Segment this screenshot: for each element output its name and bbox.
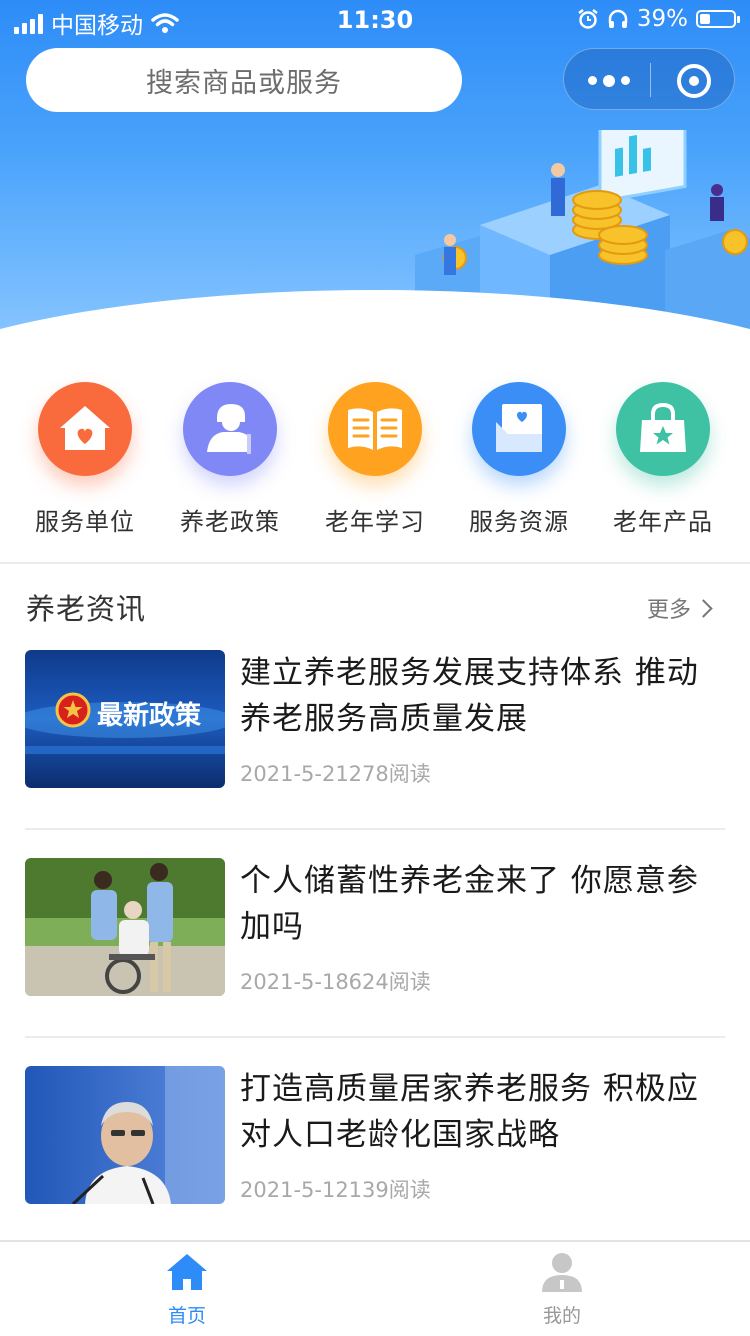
category-service-resources[interactable]: 服务资源 xyxy=(447,382,591,537)
category-label: 服务单位 xyxy=(35,508,135,536)
more-dots-icon[interactable] xyxy=(588,75,630,87)
section-divider xyxy=(0,562,750,564)
capsule-divider xyxy=(650,63,651,97)
open-book-icon xyxy=(328,382,422,476)
news-title: 打造高质量居家养老服务 积极应对人口老龄化国家战略 xyxy=(240,1071,699,1153)
news-thumbnail-speaker xyxy=(25,1066,225,1204)
news-item[interactable]: 个人储蓄性养老金来了 你愿意参加吗 2021-5-18624阅读 xyxy=(25,858,725,998)
tab-mine[interactable]: 我的 xyxy=(502,1252,622,1328)
home-heart-icon xyxy=(38,382,132,476)
search-placeholder: 搜索商品或服务 xyxy=(146,67,342,99)
category-senior-learning[interactable]: 老年学习 xyxy=(303,382,447,537)
user-icon xyxy=(542,1253,582,1292)
headphones-icon xyxy=(608,9,628,28)
news-meta: 2021-5-21278阅读 xyxy=(240,762,431,786)
news-thumbnail-policy: 最新政策 xyxy=(25,650,225,788)
tab-bar: 首页 我的 xyxy=(0,1240,750,1336)
category-label: 老年产品 xyxy=(613,508,713,536)
news-item[interactable]: 最新政策 建立养老服务发展支持体系 推动养老服务高质量发展 2021-5-212… xyxy=(25,650,725,790)
elderly-person-icon xyxy=(183,382,277,476)
thumb-caption: 最新政策 xyxy=(97,700,201,730)
miniprogram-capsule xyxy=(563,48,735,110)
status-bar: 中国移动 11:30 39% xyxy=(0,0,750,42)
shopping-bag-star-icon xyxy=(616,382,710,476)
news-meta: 2021-5-12139阅读 xyxy=(240,1178,431,1202)
tab-home[interactable]: 首页 xyxy=(127,1252,247,1328)
category-elderly-policy[interactable]: 养老政策 xyxy=(158,382,302,537)
category-label: 养老政策 xyxy=(180,508,280,536)
news-title: 建立养老服务发展支持体系 推动养老服务高质量发展 xyxy=(240,655,699,737)
news-divider xyxy=(25,1036,725,1038)
close-target-icon[interactable] xyxy=(677,64,711,98)
news-item[interactable]: 打造高质量居家养老服务 积极应对人口老龄化国家战略 2021-5-12139阅读 xyxy=(25,1066,725,1206)
category-service-units[interactable]: 服务单位 xyxy=(13,382,157,537)
header-banner: 中国移动 11:30 39% 搜索商品或服务 xyxy=(0,0,750,335)
chevron-right-icon xyxy=(694,598,713,618)
news-thumbnail-photo xyxy=(25,858,225,996)
category-grid: 服务单位 养老政策 老年学习 服务资源 老年产品 xyxy=(0,382,750,542)
news-title: 个人储蓄性养老金来了 你愿意参加吗 xyxy=(240,863,699,945)
news-meta: 2021-5-18624阅读 xyxy=(240,970,431,994)
news-divider xyxy=(25,828,725,830)
battery-percent: 39% xyxy=(636,6,688,32)
category-label: 服务资源 xyxy=(469,508,569,536)
category-senior-products[interactable]: 老年产品 xyxy=(591,382,735,537)
battery-icon xyxy=(696,10,740,28)
search-input[interactable]: 搜索商品或服务 xyxy=(26,48,462,112)
document-heart-icon xyxy=(472,382,566,476)
category-label: 老年学习 xyxy=(325,508,425,536)
news-section-title: 养老资讯 xyxy=(26,592,147,626)
alarm-icon xyxy=(578,9,598,29)
home-icon xyxy=(167,1254,207,1290)
more-label: 更多 xyxy=(646,598,691,623)
more-link[interactable]: 更多 xyxy=(646,592,713,624)
tab-label: 我的 xyxy=(542,1305,581,1327)
tab-label: 首页 xyxy=(167,1305,206,1327)
